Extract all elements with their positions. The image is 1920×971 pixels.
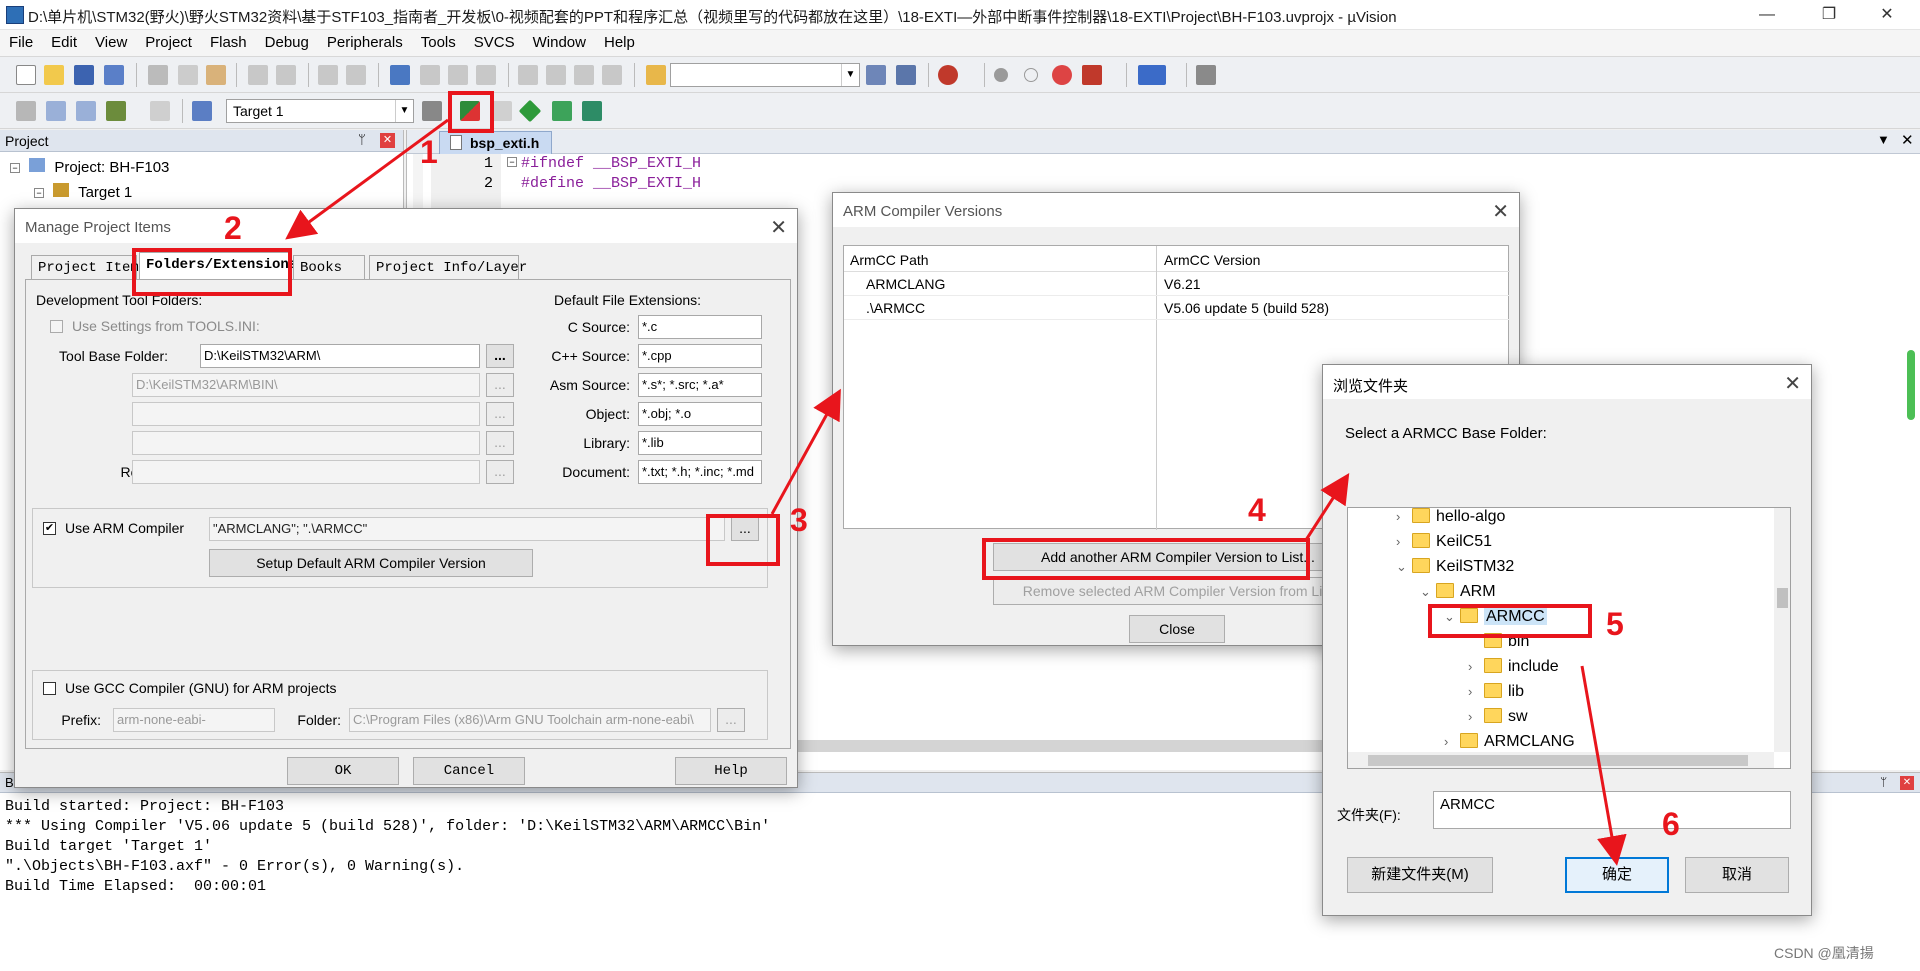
arrow-5-to-confirm bbox=[1580, 665, 1627, 866]
arrow-4-to-browse bbox=[1304, 472, 1350, 541]
annotation-arrows bbox=[285, 118, 1627, 866]
arrow-1-to-2 bbox=[285, 118, 449, 240]
arrow-3-to-compilers bbox=[770, 388, 841, 515]
